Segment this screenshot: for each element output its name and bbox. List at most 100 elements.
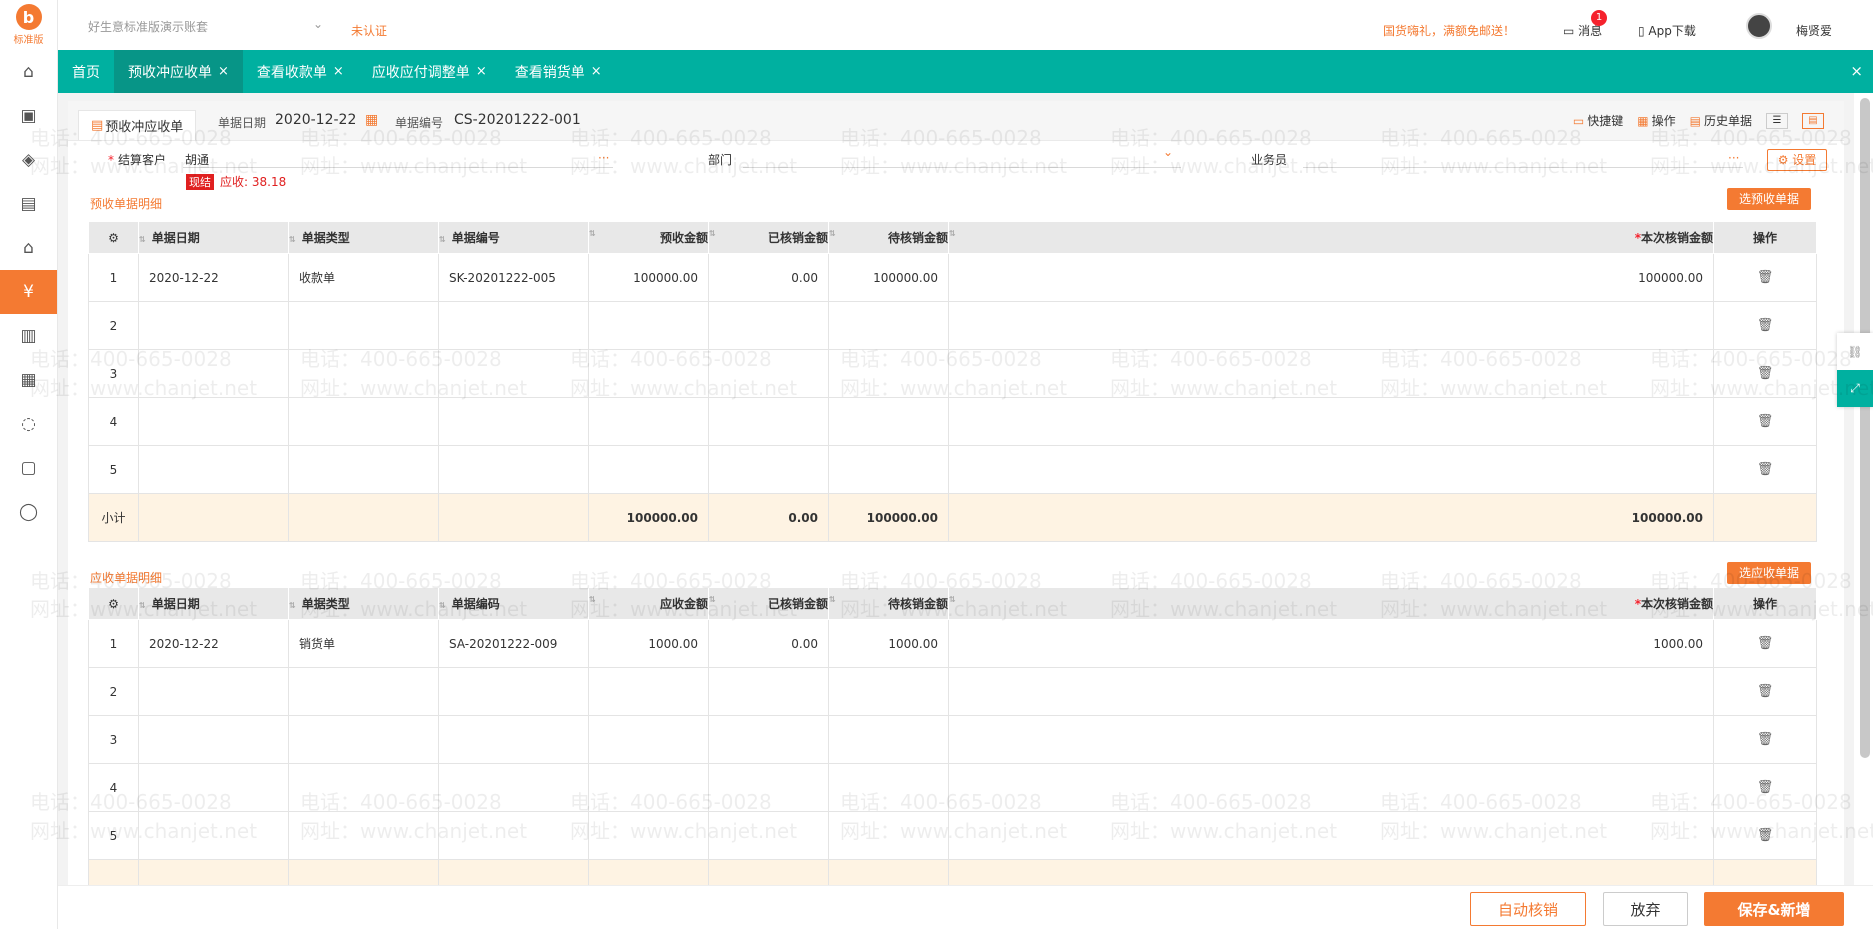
close-icon[interactable]: × <box>591 64 602 79</box>
date-field[interactable]: 2020-12-22 <box>275 112 356 128</box>
cell-date[interactable] <box>138 715 289 764</box>
cell-now[interactable] <box>948 301 1714 350</box>
col-amount[interactable]: ⇅ 预收金额 <box>588 221 709 254</box>
auto-offset-button[interactable]: 自动核销 <box>1470 892 1586 926</box>
col-date[interactable]: ⇅ 单据日期 <box>138 221 289 254</box>
cell-now[interactable]: 1000.00 <box>948 619 1714 668</box>
tab-home[interactable]: 首页 <box>58 50 114 93</box>
cell-date[interactable] <box>138 397 289 446</box>
cell-type[interactable]: 销货单 <box>288 619 439 668</box>
trash-icon[interactable]: 🗑 <box>1757 366 1774 381</box>
trash-icon[interactable]: 🗑 <box>1757 732 1774 747</box>
col-no[interactable]: ⇅ 单据编号 <box>438 221 589 254</box>
trash-icon[interactable]: 🗑 <box>1757 270 1774 285</box>
trash-icon[interactable]: 🗑 <box>1757 828 1774 843</box>
table-row[interactable]: 5 🗑 <box>88 811 1817 860</box>
expand-icon[interactable]: ⤢ <box>1837 370 1873 407</box>
cell-date[interactable] <box>138 811 289 860</box>
clipboard-icon[interactable]: ▥ <box>0 314 57 358</box>
cell-type[interactable] <box>288 445 439 494</box>
cell-type[interactable]: 收款单 <box>288 253 439 302</box>
cell-no[interactable] <box>438 715 589 764</box>
form-subtab[interactable]: ▤ 预收冲应收单 <box>78 110 197 140</box>
promo-link[interactable]: 国货嗨礼，满额免邮送！ <box>1383 22 1515 39</box>
col-done[interactable]: ⇅ 已核销金额 <box>708 587 829 620</box>
trash-icon[interactable]: 🗑 <box>1757 414 1774 429</box>
cell-no[interactable] <box>438 763 589 812</box>
cell-type[interactable] <box>288 811 439 860</box>
cell-type[interactable] <box>288 349 439 398</box>
col-type[interactable]: ⇅ 单据类型 <box>288 221 439 254</box>
bag-icon[interactable]: ▤ <box>0 182 57 226</box>
cell-now[interactable] <box>948 349 1714 398</box>
cycle-icon[interactable]: ◌ <box>0 402 57 446</box>
col-done[interactable]: ⇅ 已核销金额 <box>708 221 829 254</box>
logo[interactable]: b 标准版 <box>0 0 57 50</box>
col-no[interactable]: ⇅ 单据编码 <box>438 587 589 620</box>
account-selector[interactable]: 好生意标准版演示账套 <box>88 18 328 35</box>
cell-no[interactable] <box>438 397 589 446</box>
col-now[interactable]: ⇅ *本次核销金额 <box>948 587 1714 620</box>
trash-icon[interactable]: 🗑 <box>1757 636 1774 651</box>
cell-type[interactable] <box>288 667 439 716</box>
calendar-icon[interactable]: ▦ <box>365 112 378 128</box>
chat-icon[interactable]: ◯ <box>0 490 57 534</box>
close-icon[interactable]: × <box>333 64 344 79</box>
cell-no[interactable] <box>438 445 589 494</box>
col-amount[interactable]: ⇅ 应收金额 <box>588 587 709 620</box>
history-button[interactable]: ▤ 历史单据 <box>1690 112 1752 129</box>
trash-icon[interactable]: 🗑 <box>1757 684 1774 699</box>
more-icon[interactable]: ··· <box>598 151 609 165</box>
tab-view-sales[interactable]: 查看销货单 × <box>501 50 616 93</box>
avatar[interactable] <box>1746 13 1772 39</box>
cell-type[interactable] <box>288 763 439 812</box>
cell-no[interactable] <box>438 301 589 350</box>
col-date[interactable]: ⇅ 单据日期 <box>138 587 289 620</box>
chevron-down-icon[interactable]: ⌄ <box>1163 145 1173 159</box>
column-settings-icon[interactable]: ⚙ <box>88 221 139 254</box>
col-pending[interactable]: ⇅ 待核销金额 <box>828 587 949 620</box>
cell-no[interactable]: SA-20201222-009 <box>438 619 589 668</box>
cell-no[interactable] <box>438 811 589 860</box>
save-and-new-button[interactable]: 保存&新增 <box>1704 892 1844 926</box>
table-row[interactable]: 3 🗑 <box>88 349 1817 398</box>
table-row[interactable]: 1 2020-12-22 收款单 SK-20201222-005 100000.00 0.… <box>88 253 1817 302</box>
table-row[interactable]: 3 🗑 <box>88 715 1817 764</box>
tab-prepay-offset[interactable]: 预收冲应收单 × <box>114 50 243 93</box>
select-receivable-button[interactable]: 选应收单据 <box>1727 562 1812 584</box>
warehouse-icon[interactable]: ⌂ <box>0 226 57 270</box>
cell-type[interactable] <box>288 397 439 446</box>
home-icon[interactable]: ⌂ <box>0 50 57 94</box>
trash-icon[interactable]: 🗑 <box>1757 780 1774 795</box>
discard-button[interactable]: 放弃 <box>1603 892 1688 926</box>
sales-field[interactable] <box>1303 167 1743 168</box>
tab-adjustment[interactable]: 应收应付调整单 × <box>358 50 501 93</box>
chevron-down-icon[interactable]: ⌄ <box>313 17 323 31</box>
more-icon[interactable]: ··· <box>1728 151 1739 165</box>
cell-date[interactable] <box>138 349 289 398</box>
list-view-icon[interactable]: ☰ <box>1766 112 1788 129</box>
cell-no[interactable] <box>438 349 589 398</box>
trash-icon[interactable]: 🗑 <box>1757 462 1774 477</box>
table-row[interactable]: 5 🗑 <box>88 445 1817 494</box>
cell-now[interactable] <box>948 667 1714 716</box>
cell-no[interactable] <box>438 667 589 716</box>
gift-icon[interactable]: ▣ <box>0 94 57 138</box>
cell-type[interactable] <box>288 715 439 764</box>
dept-field[interactable] <box>743 167 1181 168</box>
user-name[interactable]: 梅贤爱 <box>1796 22 1832 39</box>
purchase-icon[interactable]: ◈ <box>0 138 57 182</box>
scrollbar[interactable] <box>1860 98 1870 758</box>
cell-no[interactable]: SK-20201222-005 <box>438 253 589 302</box>
col-pending[interactable]: ⇅ 待核销金额 <box>828 221 949 254</box>
table-row[interactable]: 1 2020-12-22 销货单 SA-20201222-009 1000.00 0.00… <box>88 619 1817 668</box>
table-row[interactable]: 4 🗑 <box>88 763 1817 812</box>
cell-date[interactable] <box>138 667 289 716</box>
table-row[interactable]: 2 🗑 <box>88 301 1817 350</box>
cell-date[interactable]: 2020-12-22 <box>138 619 289 668</box>
cell-now[interactable]: 100000.00 <box>948 253 1714 302</box>
cell-date[interactable] <box>138 445 289 494</box>
col-now[interactable]: ⇅ *本次核销金额 <box>948 221 1714 254</box>
column-settings-icon[interactable]: ⚙ <box>88 587 139 620</box>
finance-icon[interactable]: ¥ <box>0 270 57 314</box>
